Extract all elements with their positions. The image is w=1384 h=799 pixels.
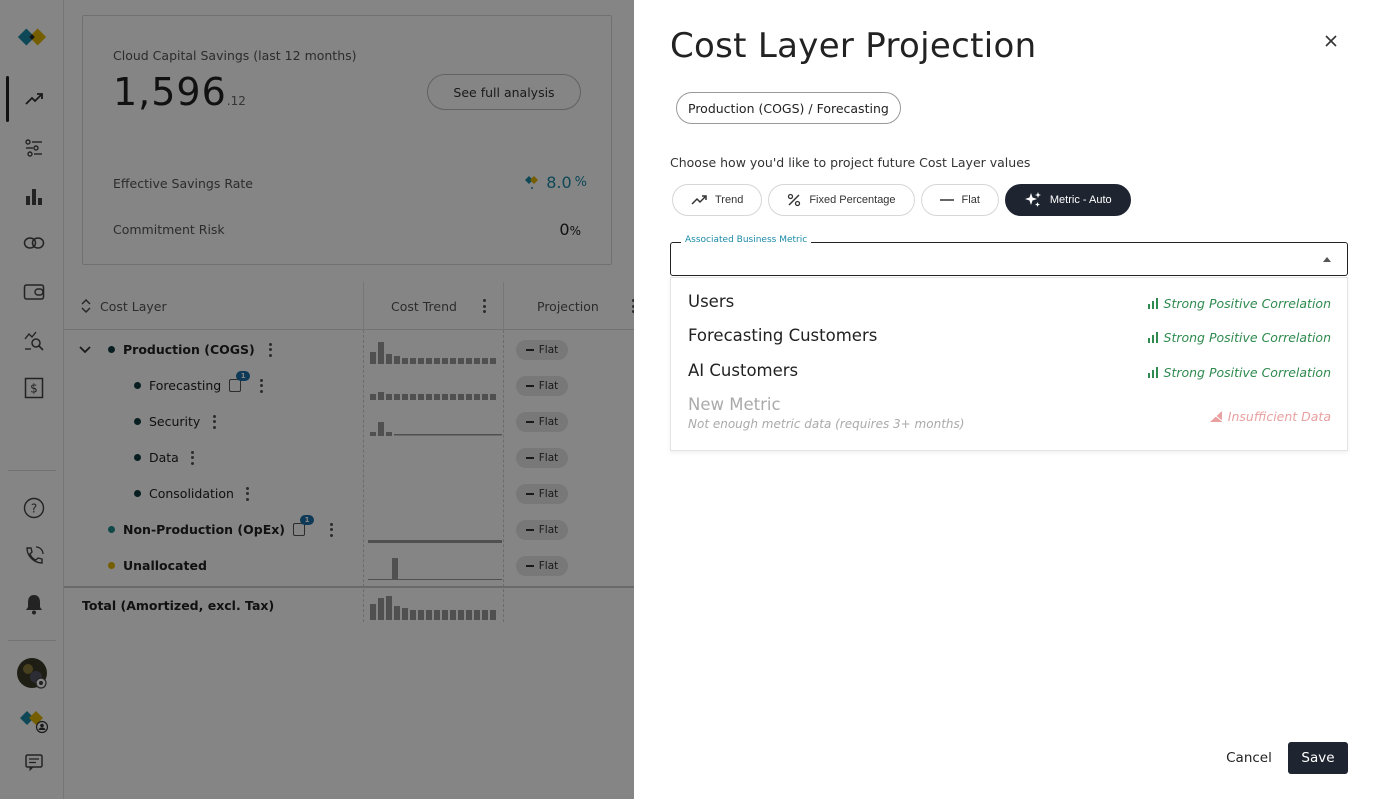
method-label: Fixed Percentage — [809, 194, 896, 206]
method-label: Trend — [715, 194, 744, 206]
option-label: Users — [688, 292, 735, 311]
metric-option-forecasting-customers[interactable]: Forecasting Customers Strong Positive Co… — [671, 320, 1347, 354]
metric-dropdown: Users Strong Positive Correlation Foreca… — [670, 277, 1348, 451]
projection-method-group: Trend Fixed Percentage Flat Metric - Aut… — [672, 184, 1131, 216]
associated-metric-field[interactable]: Associated Business Metric — [670, 235, 1348, 276]
correlation-indicator: Strong Positive Correlation — [1147, 296, 1331, 311]
method-metric-auto-button[interactable]: Metric - Auto — [1004, 184, 1131, 216]
method-label: Flat — [961, 194, 980, 206]
signal-bars-icon — [1147, 332, 1158, 343]
breadcrumb: Production (COGS) / Forecasting — [676, 92, 901, 124]
correlation-indicator: Strong Positive Correlation — [1147, 365, 1331, 380]
percent-icon — [788, 193, 801, 207]
option-label: AI Customers — [688, 361, 799, 380]
cancel-button[interactable]: Cancel — [1208, 742, 1290, 774]
signal-bars-disabled-icon — [1209, 411, 1223, 422]
correlation-label: Strong Positive Correlation — [1163, 296, 1331, 311]
signal-bars-icon — [1147, 367, 1158, 378]
option-label: Forecasting Customers — [688, 326, 878, 345]
signal-bars-icon — [1147, 298, 1158, 309]
option-sublabel: Not enough metric data (requires 3+ mont… — [688, 417, 965, 431]
metric-option-new-metric: New Metric Not enough metric data (requi… — [671, 389, 1347, 441]
projection-prompt: Choose how you'd like to project future … — [670, 155, 1031, 170]
drawer-title: Cost Layer Projection — [670, 26, 1037, 66]
trend-icon — [691, 195, 707, 205]
correlation-label: Insufficient Data — [1227, 409, 1331, 424]
sparkle-icon — [1024, 192, 1041, 207]
method-trend-button[interactable]: Trend — [672, 184, 763, 216]
correlation-indicator: Strong Positive Correlation — [1147, 330, 1331, 345]
flat-line-icon — [939, 199, 954, 201]
caret-up-icon[interactable] — [1323, 257, 1331, 262]
close-icon — [1325, 35, 1337, 47]
insufficient-data-indicator: Insufficient Data — [1209, 409, 1331, 424]
save-button[interactable]: Save — [1288, 742, 1348, 774]
correlation-label: Strong Positive Correlation — [1163, 330, 1331, 345]
option-label: New Metric — [688, 395, 781, 414]
method-label: Metric - Auto — [1049, 194, 1112, 206]
modal-backdrop[interactable] — [0, 0, 634, 799]
associated-metric-label: Associated Business Metric — [681, 235, 812, 245]
correlation-label: Strong Positive Correlation — [1163, 365, 1331, 380]
method-fixed-percentage-button[interactable]: Fixed Percentage — [768, 184, 915, 216]
close-button[interactable] — [1320, 30, 1342, 52]
associated-metric-input[interactable] — [683, 249, 1303, 269]
method-flat-button[interactable]: Flat — [920, 184, 999, 216]
metric-option-users[interactable]: Users Strong Positive Correlation — [671, 286, 1347, 320]
cost-layer-projection-drawer: Cost Layer Projection Production (COGS) … — [634, 0, 1384, 799]
metric-option-ai-customers[interactable]: AI Customers Strong Positive Correlation — [671, 355, 1347, 389]
